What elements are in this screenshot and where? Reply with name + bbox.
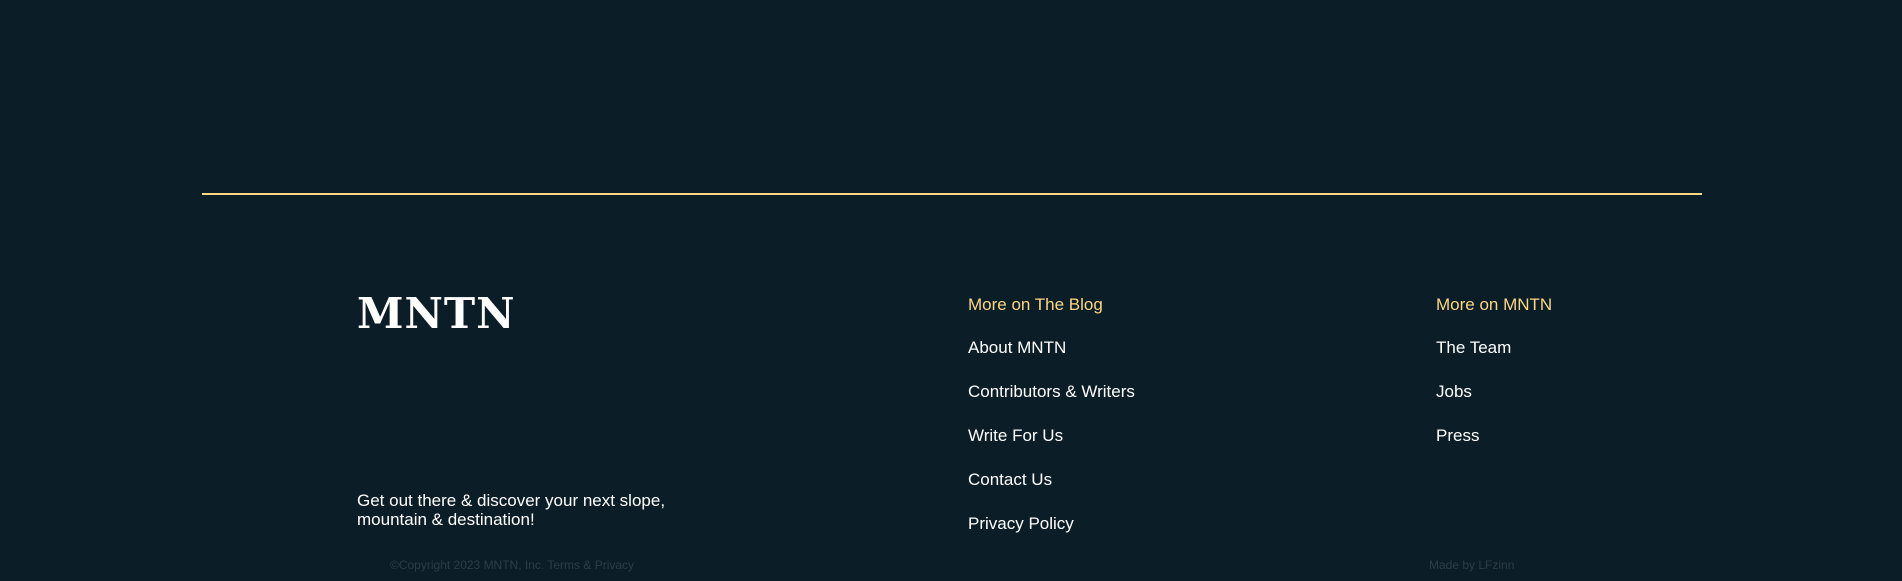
list-item: About MNTN	[968, 337, 1135, 359]
blog-link-list: About MNTN Contributors & Writers Write …	[968, 337, 1135, 535]
footer-divider	[202, 193, 1702, 195]
about-mntn-link[interactable]: About MNTN	[968, 338, 1066, 357]
list-item: Privacy Policy	[968, 513, 1135, 535]
copyright-notice: ©Copyright 2023 MNTN, Inc. Terms & Priva…	[390, 558, 634, 572]
list-item: Contributors & Writers	[968, 381, 1135, 403]
mntn-link-list: The Team Jobs Press	[1436, 337, 1552, 447]
write-for-us-link[interactable]: Write For Us	[968, 426, 1063, 445]
jobs-link[interactable]: Jobs	[1436, 382, 1472, 401]
blog-column-heading: More on The Blog	[968, 295, 1103, 314]
list-item: Press	[1436, 425, 1552, 447]
contributors-writers-link[interactable]: Contributors & Writers	[968, 382, 1135, 401]
privacy-policy-link[interactable]: Privacy Policy	[968, 514, 1074, 533]
blog-links-column: More on The Blog About MNTN Contributors…	[968, 294, 1135, 557]
mntn-links-column: More on MNTN The Team Jobs Press	[1436, 294, 1552, 469]
footer-tagline: Get out there & discover your next slope…	[357, 491, 666, 529]
contact-us-link[interactable]: Contact Us	[968, 470, 1052, 489]
terms-privacy-link[interactable]: Terms & Privacy	[547, 558, 634, 572]
the-team-link[interactable]: The Team	[1436, 338, 1511, 357]
list-item: Jobs	[1436, 381, 1552, 403]
list-item: Contact Us	[968, 469, 1135, 491]
brand-logo[interactable]: MNTN	[357, 293, 516, 335]
copyright-text: ©Copyright 2023 MNTN, Inc.	[390, 558, 545, 572]
footer-section: MNTN Get out there & discover your next …	[0, 0, 1902, 581]
list-item: The Team	[1436, 337, 1552, 359]
press-link[interactable]: Press	[1436, 426, 1479, 445]
mntn-column-heading: More on MNTN	[1436, 295, 1553, 314]
made-by-credit: Made by LFzinn	[1429, 558, 1515, 572]
list-item: Write For Us	[968, 425, 1135, 447]
